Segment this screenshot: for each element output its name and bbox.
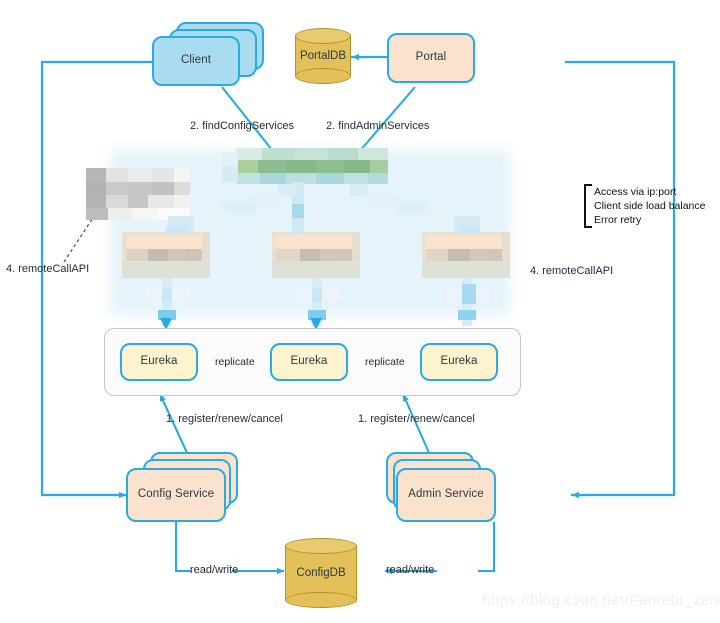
censored-block-orange-1 xyxy=(122,232,210,278)
label-read-write-right: read/write xyxy=(386,564,435,576)
annotation-bracket xyxy=(584,184,592,228)
watermark: https://blog.csdn.net/Fanrebr_zeng xyxy=(482,592,720,609)
node-admin-service-label: Admin Service xyxy=(408,488,484,501)
label-replicate-left: replicate xyxy=(215,356,255,368)
label-replicate-right: replicate xyxy=(365,356,405,368)
node-eureka-3-label: Eureka xyxy=(440,355,478,368)
node-portal-db[interactable]: PortalDB xyxy=(295,28,351,84)
censored-arrow-3 xyxy=(446,278,490,326)
label-find-admin-services: 2. findAdminServices xyxy=(326,120,430,132)
node-portal-db-label: PortalDB xyxy=(299,50,347,62)
node-eureka-1[interactable]: Eureka xyxy=(120,343,198,381)
annotation-note: Access via ip:port Client side load bala… xyxy=(594,186,706,228)
node-config-db[interactable]: ConfigDB xyxy=(285,538,357,608)
node-eureka-2-label: Eureka xyxy=(290,355,328,368)
annotation-line-1: Access via ip:port xyxy=(594,186,677,198)
node-config-db-label: ConfigDB xyxy=(296,567,346,579)
node-client[interactable]: Client xyxy=(152,36,240,86)
label-find-config-services: 2. findConfigServices xyxy=(190,120,294,132)
node-portal-label: Portal xyxy=(415,51,447,64)
label-register-left: 1. register/renew/cancel xyxy=(166,413,283,425)
annotation-line-3: Error retry xyxy=(594,213,642,226)
node-client-label: Client xyxy=(180,54,211,67)
censored-block-green xyxy=(236,148,388,184)
label-register-right: 1. register/renew/cancel xyxy=(358,413,475,425)
label-remote-call-api-left: 4. remoteCallAPI xyxy=(6,263,90,275)
annotation-line-2: Client side load balance xyxy=(594,199,706,212)
label-read-write-left: read/write xyxy=(190,564,239,576)
node-config-service[interactable]: Config Service xyxy=(126,468,226,522)
portal-db-top xyxy=(295,28,351,44)
node-config-service-label: Config Service xyxy=(137,488,215,501)
architecture-diagram: Client PortalDB Portal 2. findConfigServ… xyxy=(0,0,720,623)
node-admin-service[interactable]: Admin Service xyxy=(396,468,496,522)
config-db-bottom xyxy=(285,592,357,608)
node-eureka-1-label: Eureka xyxy=(140,355,178,368)
censored-connector-left xyxy=(166,184,296,234)
node-eureka-2[interactable]: Eureka xyxy=(270,343,348,381)
censored-block-orange-3 xyxy=(422,232,510,278)
censored-connector-right xyxy=(350,184,480,234)
node-eureka-3[interactable]: Eureka xyxy=(420,343,498,381)
node-portal[interactable]: Portal xyxy=(387,33,475,83)
censored-block-orange-2 xyxy=(272,232,360,278)
portal-db-bottom xyxy=(295,68,351,84)
config-db-top xyxy=(285,538,357,554)
censored-block-green-bleed xyxy=(222,152,238,182)
label-remote-call-api-right: 4. remoteCallAPI xyxy=(530,265,614,277)
